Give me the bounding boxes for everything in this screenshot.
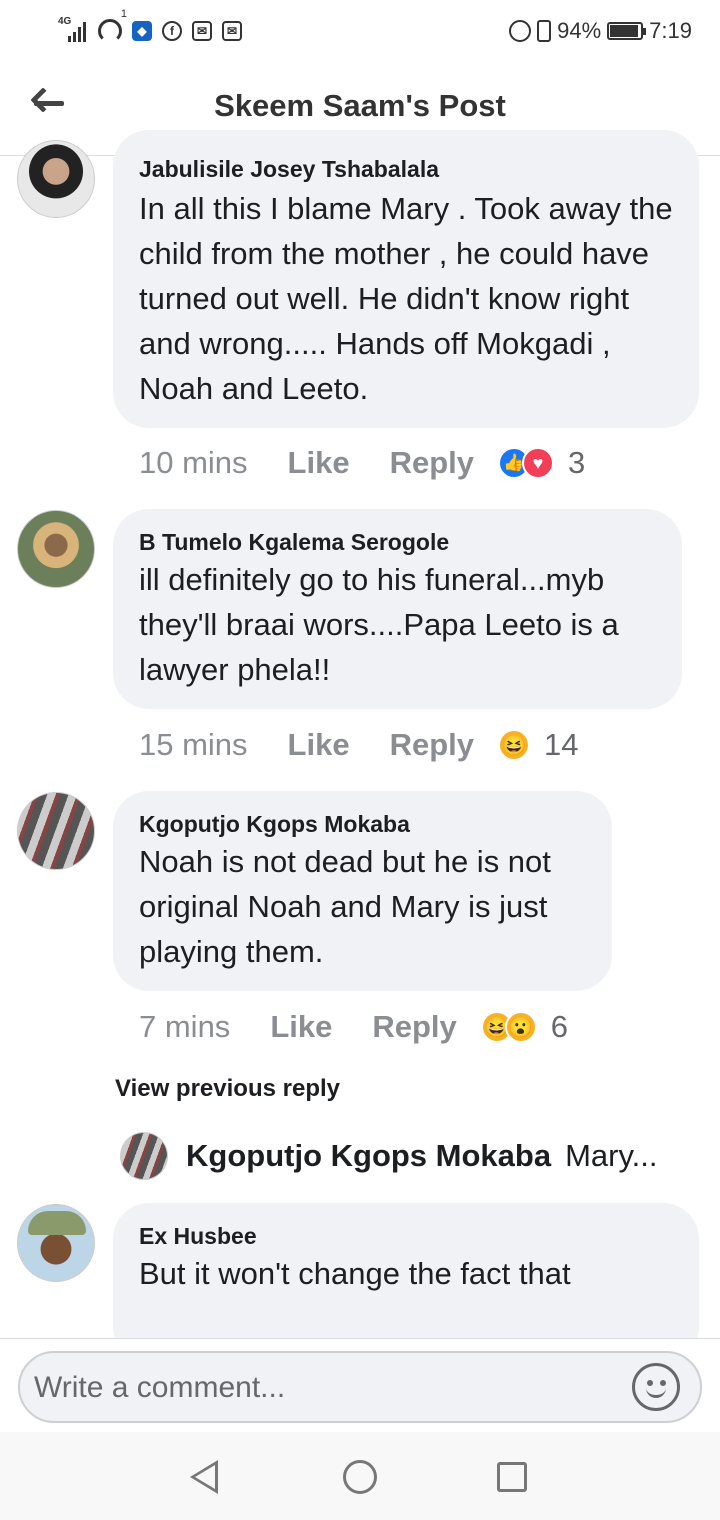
mail-icon: ✉ bbox=[192, 21, 212, 41]
haha-reaction-icon: 😆 bbox=[498, 729, 530, 761]
network-type: 4G bbox=[58, 16, 72, 27]
comment-text: ill definitely go to his funeral...myb t… bbox=[139, 562, 619, 687]
avatar[interactable] bbox=[17, 140, 95, 218]
comment-actions: 7 mins Like Reply 😆 😮 6 bbox=[139, 1007, 568, 1047]
comment-actions: 10 mins Like Reply 👍 ♥ 3 bbox=[139, 443, 585, 483]
comment-text: In all this I blame Mary . Took away the… bbox=[139, 191, 673, 406]
comment-author[interactable]: Ex Husbee bbox=[139, 1221, 673, 1251]
alarm-icon bbox=[509, 20, 532, 42]
wow-reaction-icon: 😮 bbox=[504, 1011, 537, 1043]
avatar[interactable] bbox=[17, 792, 95, 870]
reactions[interactable]: 😆 😮 6 bbox=[480, 1009, 569, 1045]
mail-icon: ✉ bbox=[222, 21, 242, 41]
facebook-icon: f bbox=[162, 21, 182, 41]
comment-composer-bar: Write a comment... bbox=[0, 1338, 720, 1432]
recents-square-icon[interactable] bbox=[497, 1462, 527, 1492]
status-bar: 4G 1 ◆ f ✉ ✉ 94% 7:19 bbox=[0, 0, 720, 60]
avatar[interactable] bbox=[17, 1204, 95, 1282]
home-circle-icon[interactable] bbox=[343, 1460, 377, 1494]
comment-text: But it won't change the fact that bbox=[139, 1256, 571, 1291]
view-previous-reply-link[interactable]: View previous reply bbox=[115, 1075, 340, 1103]
comment-bubble: Kgoputjo Kgops Mokaba Noah is not dead b… bbox=[113, 791, 612, 991]
status-bar-left: 4G 1 ◆ f ✉ ✉ bbox=[58, 8, 242, 48]
comment-time: 7 mins bbox=[139, 1009, 231, 1044]
reply-author[interactable]: Kgoputjo Kgops Mokaba bbox=[186, 1138, 551, 1174]
like-button[interactable]: Like bbox=[288, 727, 350, 763]
reactions[interactable]: 😆 14 bbox=[498, 727, 578, 763]
comment-placeholder: Write a comment... bbox=[34, 1371, 286, 1404]
reply-button[interactable]: Reply bbox=[390, 445, 474, 481]
status-bar-right: 94% 7:19 bbox=[509, 14, 692, 48]
reaction-count: 3 bbox=[568, 445, 586, 480]
reaction-count: 14 bbox=[544, 727, 579, 762]
system-nav-bar bbox=[0, 1432, 720, 1520]
reply-button[interactable]: Reply bbox=[372, 1009, 456, 1045]
page-title: Skeem Saam's Post bbox=[214, 88, 506, 123]
comment-time: 15 mins bbox=[139, 727, 248, 762]
comment-bubble: Jabulisile Josey Tshabalala In all this … bbox=[113, 130, 699, 428]
battery-percent: 94% bbox=[557, 18, 602, 43]
battery-icon bbox=[607, 22, 647, 40]
wifi-badge: 1 bbox=[120, 8, 127, 20]
reactions[interactable]: 👍 ♥ 3 bbox=[498, 445, 585, 481]
reply-preview[interactable]: Kgoputjo Kgops Mokaba Mary... bbox=[120, 1132, 700, 1180]
avatar[interactable] bbox=[120, 1132, 168, 1180]
comment-time: 10 mins bbox=[139, 445, 248, 480]
reply-snippet: Mary... bbox=[565, 1138, 658, 1173]
comment-bubble: B Tumelo Kgalema Serogole ill definitely… bbox=[113, 509, 682, 709]
reaction-count: 6 bbox=[550, 1009, 569, 1044]
back-triangle-icon[interactable] bbox=[190, 1460, 218, 1494]
like-button[interactable]: Like bbox=[288, 445, 350, 481]
shield-app-icon: ◆ bbox=[132, 21, 152, 41]
comment-text: Noah is not dead but he is not original … bbox=[139, 844, 551, 969]
like-button[interactable]: Like bbox=[270, 1009, 332, 1045]
comment-author[interactable]: B Tumelo Kgalema Serogole bbox=[139, 527, 656, 557]
vibrate-icon bbox=[537, 20, 552, 42]
comment-author[interactable]: Jabulisile Josey Tshabalala bbox=[139, 154, 673, 184]
wifi-icon: 1 bbox=[98, 8, 127, 43]
love-reaction-icon: ♥ bbox=[522, 447, 554, 479]
signal-icon: 4G bbox=[58, 16, 88, 42]
smiley-icon[interactable] bbox=[632, 1363, 680, 1411]
reply-button[interactable]: Reply bbox=[390, 727, 474, 763]
clock: 7:19 bbox=[649, 18, 692, 43]
comment-author[interactable]: Kgoputjo Kgops Mokaba bbox=[139, 809, 586, 839]
comment-input[interactable]: Write a comment... bbox=[18, 1351, 702, 1423]
comment-actions: 15 mins Like Reply 😆 14 bbox=[139, 725, 578, 765]
avatar[interactable] bbox=[17, 510, 95, 588]
